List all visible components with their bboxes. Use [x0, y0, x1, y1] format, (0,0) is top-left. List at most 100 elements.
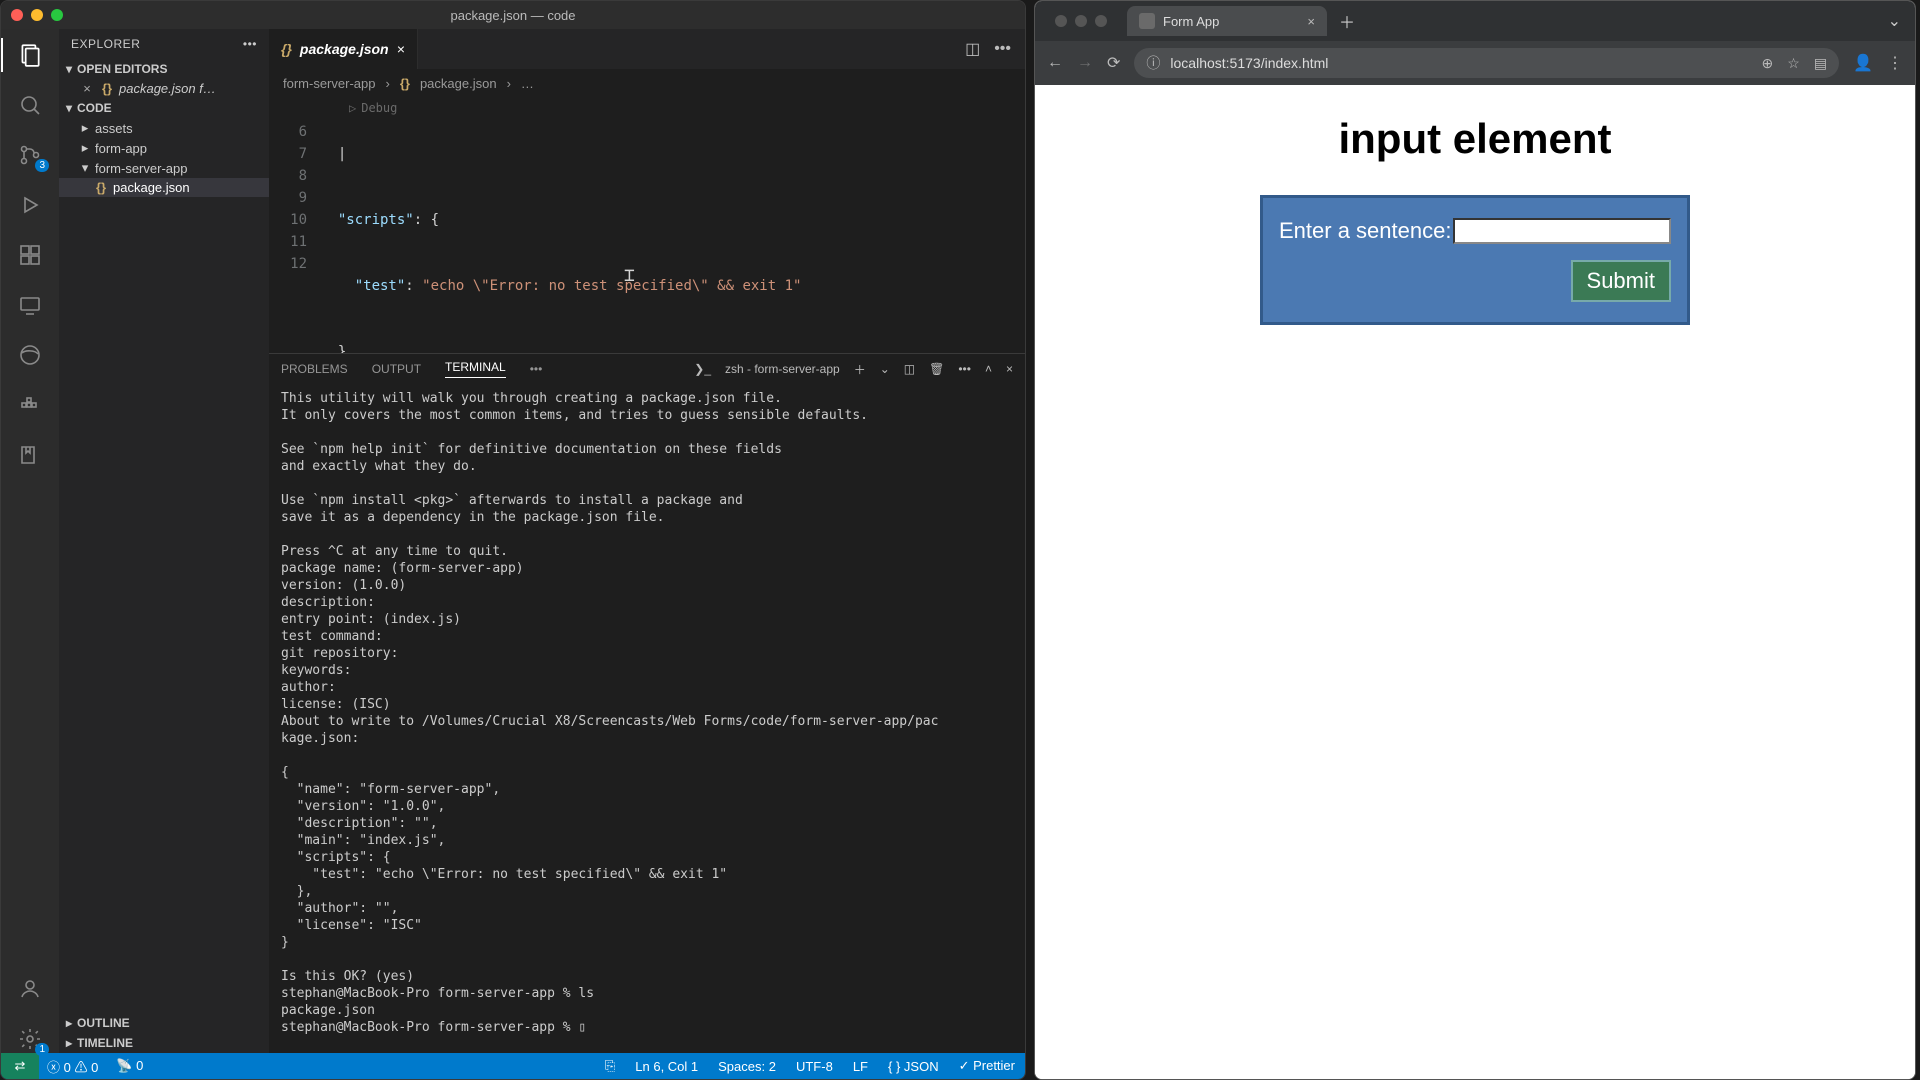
- section-open-editors[interactable]: ▾ OPEN EDITORS: [59, 59, 269, 79]
- status-encoding[interactable]: UTF-8: [796, 1059, 833, 1074]
- code-editor[interactable]: ▷ Debug 6 7 8 9 10 11 12 |: [269, 97, 1025, 353]
- browser-menu-icon[interactable]: ⋮: [1887, 53, 1903, 73]
- section-code[interactable]: ▾ CODE: [59, 98, 269, 118]
- status-ports[interactable]: 📡 0: [116, 1058, 143, 1074]
- reading-list-icon[interactable]: ▤: [1814, 55, 1827, 72]
- tree-file-package-json[interactable]: {} package.json: [59, 178, 269, 197]
- close-panel-icon[interactable]: ×: [1006, 362, 1013, 376]
- sidebar-more-icon[interactable]: •••: [243, 37, 257, 51]
- status-errors[interactable]: ⓧ 0 ⚠ 0: [47, 1057, 98, 1076]
- section-label: OPEN EDITORS: [77, 62, 167, 76]
- editor-tab-package-json[interactable]: {} package.json ×: [269, 29, 418, 69]
- editor-more-icon[interactable]: •••: [994, 40, 1011, 58]
- docker-icon[interactable]: [16, 391, 44, 419]
- settings-badge: 1: [35, 1043, 49, 1056]
- debug-codelens[interactable]: ▷ Debug: [349, 97, 397, 119]
- new-tab-button[interactable]: ＋: [1335, 9, 1359, 33]
- section-label: CODE: [77, 101, 112, 115]
- extensions-icon[interactable]: [16, 241, 44, 269]
- accounts-icon[interactable]: [16, 975, 44, 1003]
- tab-terminal[interactable]: TERMINAL: [445, 360, 506, 378]
- close-icon[interactable]: [1055, 15, 1067, 27]
- browser-window: Form App × ＋ ⌄ ← → ⟳ ⓘ localhost:5173/in…: [1034, 0, 1916, 1080]
- chevron-right-icon: ▸: [79, 140, 91, 156]
- status-prettier[interactable]: ✓ Prettier: [959, 1058, 1015, 1074]
- status-cursor[interactable]: Ln 6, Col 1: [635, 1059, 698, 1074]
- fullscreen-icon[interactable]: [51, 9, 63, 21]
- sidebar-title: EXPLORER: [71, 37, 140, 51]
- page-heading: input element: [1338, 115, 1611, 163]
- terminal-dropdown-icon[interactable]: ⌄: [880, 362, 890, 376]
- profile-icon[interactable]: 👤: [1853, 53, 1873, 73]
- browser-tab[interactable]: Form App ×: [1127, 6, 1327, 36]
- source-control-icon[interactable]: 3: [16, 141, 44, 169]
- maximize-panel-icon[interactable]: ˄: [985, 362, 992, 376]
- minimize-icon[interactable]: [1075, 15, 1087, 27]
- status-indent[interactable]: Spaces: 2: [718, 1059, 776, 1074]
- bottom-panel: PROBLEMS OUTPUT TERMINAL ••• ❯_ zsh - fo…: [269, 353, 1025, 1053]
- settings-icon[interactable]: 1: [16, 1025, 44, 1053]
- tab-problems[interactable]: PROBLEMS: [281, 362, 348, 376]
- sentence-input[interactable]: [1453, 218, 1671, 244]
- status-eol[interactable]: LF: [853, 1059, 868, 1074]
- vscode-titlebar: package.json — code: [1, 1, 1025, 29]
- json-icon: {}: [400, 76, 410, 91]
- folder-label: form-server-app: [95, 161, 187, 176]
- window-controls[interactable]: [1045, 15, 1107, 27]
- status-language[interactable]: { } JSON: [888, 1059, 939, 1074]
- minimize-icon[interactable]: [31, 9, 43, 21]
- terminal-shell-icon[interactable]: ❯_: [694, 362, 711, 376]
- project-manager-icon[interactable]: [16, 441, 44, 469]
- tab-overflow-icon[interactable]: ⌄: [1888, 11, 1915, 31]
- breadcrumb-more[interactable]: …: [521, 76, 534, 91]
- status-feedback-icon[interactable]: ⎘: [605, 1058, 615, 1074]
- edge-tools-icon[interactable]: [16, 341, 44, 369]
- tab-output[interactable]: OUTPUT: [372, 362, 421, 376]
- window-controls[interactable]: [1, 9, 63, 21]
- section-outline[interactable]: ▸ OUTLINE: [59, 1013, 269, 1033]
- terminal-output[interactable]: This utility will walk you through creat…: [269, 384, 1025, 1053]
- tree-folder-assets[interactable]: ▸ assets: [59, 118, 269, 138]
- forward-button[interactable]: →: [1077, 54, 1093, 72]
- close-editor-icon[interactable]: ×: [79, 81, 95, 96]
- sentence-label: Enter a sentence:: [1279, 218, 1451, 244]
- reload-button[interactable]: ⟳: [1107, 53, 1120, 73]
- search-icon[interactable]: [16, 91, 44, 119]
- bookmark-icon[interactable]: ☆: [1787, 55, 1800, 72]
- debug-icon[interactable]: [16, 191, 44, 219]
- panel-tab-bar: PROBLEMS OUTPUT TERMINAL ••• ❯_ zsh - fo…: [269, 354, 1025, 384]
- breadcrumb-folder[interactable]: form-server-app: [283, 76, 375, 91]
- explorer-icon[interactable]: [16, 41, 44, 69]
- remote-explorer-icon[interactable]: [16, 291, 44, 319]
- fullscreen-icon[interactable]: [1095, 15, 1107, 27]
- breadcrumb[interactable]: form-server-app › {} package.json › …: [269, 69, 1025, 97]
- json-icon: {}: [99, 81, 115, 96]
- panel-more-icon[interactable]: •••: [530, 362, 543, 376]
- sidebar: EXPLORER ••• ▾ OPEN EDITORS × {} package…: [59, 29, 269, 1053]
- line-gutter: 6 7 8 9 10 11 12: [269, 99, 321, 353]
- kill-terminal-icon[interactable]: 🗑: [929, 362, 944, 376]
- terminal-shell-label[interactable]: zsh - form-server-app: [725, 362, 840, 376]
- close-tab-icon[interactable]: ×: [1307, 14, 1315, 29]
- vscode-window: package.json — code 3 1 EXPL: [0, 0, 1026, 1080]
- tree-folder-form-app[interactable]: ▸ form-app: [59, 138, 269, 158]
- code-content[interactable]: | "scripts": { "test": "echo \"Error: no…: [321, 99, 1025, 353]
- submit-button[interactable]: Submit: [1571, 260, 1671, 302]
- chevron-down-icon: ▾: [79, 160, 91, 176]
- site-info-icon[interactable]: ⓘ: [1146, 53, 1160, 73]
- tree-folder-form-server-app[interactable]: ▾ form-server-app: [59, 158, 269, 178]
- panel-more-icon[interactable]: •••: [958, 362, 971, 376]
- open-editor-item[interactable]: × {} package.json f…: [59, 79, 269, 98]
- new-terminal-icon[interactable]: ＋: [854, 361, 866, 378]
- zoom-icon[interactable]: ⊕: [1762, 55, 1774, 72]
- breadcrumb-file[interactable]: package.json: [420, 76, 497, 91]
- back-button[interactable]: ←: [1047, 54, 1063, 72]
- close-tab-icon[interactable]: ×: [397, 41, 405, 57]
- close-icon[interactable]: [11, 9, 23, 21]
- folder-label: assets: [95, 121, 133, 136]
- remote-indicator-icon[interactable]: ⇄: [1, 1053, 39, 1079]
- split-terminal-icon[interactable]: ◫: [904, 362, 915, 376]
- address-bar[interactable]: ⓘ localhost:5173/index.html ⊕ ☆ ▤: [1134, 48, 1839, 78]
- split-editor-icon[interactable]: ◫: [965, 39, 980, 59]
- section-timeline[interactable]: ▸ TIMELINE: [59, 1033, 269, 1053]
